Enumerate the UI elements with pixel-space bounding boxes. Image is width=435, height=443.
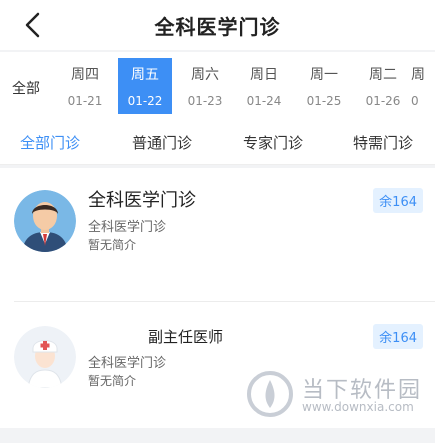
doctor-card[interactable]: 全科医学门诊 全科医学门诊 暂无简介 余164: [0, 168, 435, 288]
watermark: 当下软件园 www.downxia.com: [246, 370, 426, 418]
date-item[interactable]: 周一 01-25: [297, 58, 351, 114]
date-weekday: 周一: [310, 67, 338, 83]
header-bar: 全科医学门诊: [0, 0, 435, 50]
doctor-name: 全科医学门诊: [88, 190, 196, 211]
tab-all-clinics[interactable]: 全部门诊: [20, 132, 80, 153]
downxia-logo-icon: [247, 371, 293, 417]
date-day: 01-22: [127, 94, 163, 108]
doctor-department: 全科医学门诊: [88, 220, 167, 235]
date-day: 01-24: [246, 94, 282, 108]
remaining-slots-badge: 余164: [373, 324, 423, 349]
date-weekday: 周五: [131, 67, 159, 83]
remaining-slots-badge: 余164: [373, 188, 423, 213]
date-item[interactable]: 周六 01-23: [178, 58, 232, 114]
date-item[interactable]: 周四 01-21: [58, 58, 112, 114]
date-selector: 全部 周四 01-21 周五 01-22 周六 01-23 周日 01-24 周…: [0, 52, 435, 120]
doctor-avatar: [14, 326, 76, 388]
female-doctor-avatar-icon: [14, 326, 76, 388]
doctor-intro: 暂无简介: [88, 238, 137, 252]
date-day: 01-23: [187, 94, 223, 108]
tab-expert-clinic[interactable]: 专家门诊: [243, 132, 303, 153]
page-title: 全科医学门诊: [154, 15, 281, 39]
date-item[interactable]: 周日 01-24: [237, 58, 291, 114]
date-item-selected[interactable]: 周五 01-22: [118, 58, 172, 114]
doctor-department: 全科医学门诊: [88, 356, 167, 371]
date-weekday: 周六: [191, 67, 219, 83]
date-day: 01-25: [306, 94, 342, 108]
clinic-type-tabs: 全部门诊 普通门诊 专家门诊 特需门诊: [0, 120, 435, 165]
date-item-partial[interactable]: 周 0: [411, 58, 435, 114]
doctor-avatar: [14, 190, 76, 252]
date-day: 01-26: [365, 94, 401, 108]
list-divider: [14, 301, 435, 302]
date-weekday: 周四: [71, 67, 99, 83]
all-dates-button[interactable]: 全部: [12, 78, 40, 98]
tab-general-clinic[interactable]: 普通门诊: [132, 132, 192, 153]
male-doctor-avatar-icon: [14, 190, 76, 252]
date-weekday: 周: [411, 67, 425, 83]
watermark-url: www.downxia.com: [302, 400, 414, 414]
date-day: 01-21: [67, 94, 103, 108]
tab-special-clinic[interactable]: 特需门诊: [353, 132, 413, 153]
doctor-title: 副主任医师: [148, 328, 224, 346]
date-item[interactable]: 周二 01-26: [356, 58, 410, 114]
date-day: 0: [411, 94, 419, 108]
doctor-intro: 暂无简介: [88, 374, 137, 388]
date-weekday: 周日: [250, 67, 278, 83]
date-weekday: 周二: [369, 67, 397, 83]
